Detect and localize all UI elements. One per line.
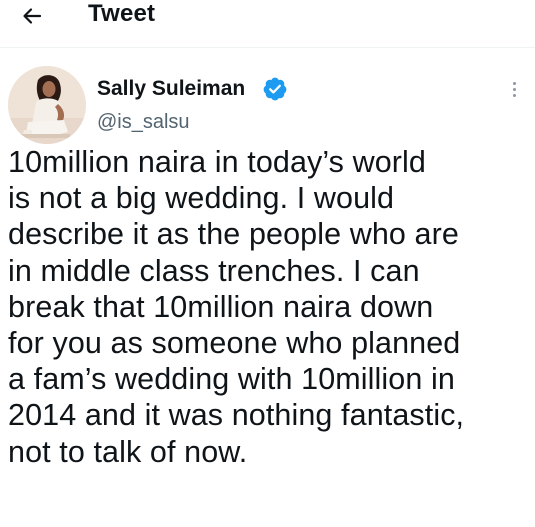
verified-badge-icon [263, 77, 287, 101]
author-display-name[interactable]: Sally Suleiman [97, 76, 245, 102]
more-vertical-icon-dot [512, 87, 516, 91]
page-title: Tweet [88, 0, 156, 27]
more-options-button[interactable] [500, 74, 528, 104]
back-button[interactable] [14, 0, 50, 32]
profile-photo [8, 66, 86, 144]
tweet-text: 10million naira in today’s world is not … [8, 145, 465, 469]
author-handle[interactable]: @is_salsu [97, 109, 190, 135]
top-bar: Tweet [0, 0, 535, 48]
avatar[interactable] [8, 66, 86, 144]
more-vertical-icon [512, 81, 516, 85]
more-vertical-icon-dot [512, 93, 516, 97]
arrow-left-icon [23, 8, 42, 24]
